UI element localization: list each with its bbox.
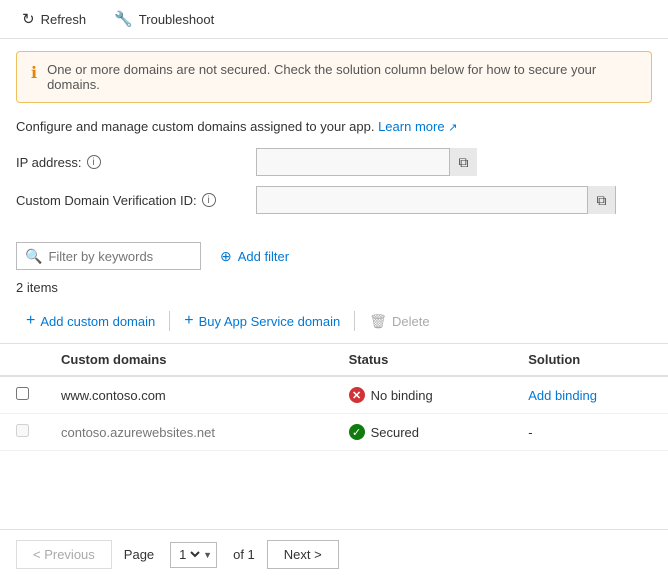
solution-value: - (528, 425, 532, 440)
config-desc-text: Configure and manage custom domains assi… (16, 119, 374, 134)
status-value: No binding (371, 388, 433, 403)
troubleshoot-label: Troubleshoot (139, 12, 214, 27)
add-filter-label: Add filter (238, 249, 289, 264)
add-custom-domain-button[interactable]: + Add custom domain (16, 307, 165, 335)
search-icon: 🔍 (25, 248, 42, 265)
filter-icon-btn: ⊕ (220, 248, 232, 265)
refresh-button[interactable]: ↻ Refresh (16, 6, 92, 32)
config-section: Configure and manage custom domains assi… (0, 115, 668, 236)
status-cell: ✕ No binding (333, 376, 513, 414)
delete-icon: 🗑 (369, 313, 387, 330)
row-checkbox[interactable] (16, 424, 29, 437)
refresh-icon: ↻ (22, 10, 35, 28)
table-header: Custom domains Status Solution (0, 344, 668, 376)
pagination-footer: < Previous Page 1 ▼ of 1 Next > (0, 529, 668, 579)
add-filter-button[interactable]: ⊕ Add filter (211, 243, 298, 270)
page-label: Page (124, 547, 154, 562)
ok-icon: ✓ (349, 424, 365, 440)
filter-input-wrap: 🔍 (16, 242, 201, 270)
ip-address-field: ⧉ (256, 148, 466, 176)
page-select[interactable]: 1 (175, 546, 203, 563)
items-count: 2 items (0, 278, 668, 303)
add-icon-2: + (184, 312, 193, 330)
solution-cell[interactable]: Add binding (512, 376, 668, 414)
verification-info-icon[interactable]: i (202, 193, 216, 207)
toolbar: ↻ Refresh 🔧 Troubleshoot (0, 0, 668, 39)
domain-value: www.contoso.com (61, 388, 166, 403)
ip-info-icon[interactable]: i (87, 155, 101, 169)
config-description: Configure and manage custom domains assi… (16, 119, 652, 134)
row-checkbox-cell (0, 414, 45, 451)
row-checkbox[interactable] (16, 387, 29, 400)
status-value: Secured (371, 425, 419, 440)
learn-more-link[interactable]: Learn more ↗ (378, 119, 457, 134)
alert-message: One or more domains are not secured. Che… (47, 62, 637, 92)
alert-banner: ℹ One or more domains are not secured. C… (16, 51, 652, 103)
verification-id-label: Custom Domain Verification ID: i (16, 193, 256, 208)
custom-domains-header: Custom domains (45, 344, 333, 376)
ip-address-input[interactable] (257, 155, 449, 170)
table-row: www.contoso.com ✕ No binding Add binding (0, 376, 668, 414)
chevron-down-icon: ▼ (203, 550, 212, 560)
troubleshoot-button[interactable]: 🔧 Troubleshoot (108, 6, 220, 32)
add-custom-domain-label: Add custom domain (40, 314, 155, 329)
refresh-label: Refresh (41, 12, 87, 27)
previous-button[interactable]: < Previous (16, 540, 112, 569)
filter-input[interactable] (48, 249, 192, 264)
action-separator-1 (169, 311, 170, 331)
verification-id-field: ⧉ (256, 186, 616, 214)
domains-table: Custom domains Status Solution www.conto… (0, 344, 668, 451)
table-row: contoso.azurewebsites.net ✓ Secured - (0, 414, 668, 451)
next-label: Next > (284, 547, 322, 562)
filter-row: 🔍 ⊕ Add filter (0, 236, 668, 278)
external-link-icon: ↗ (448, 122, 457, 134)
domain-cell: contoso.azurewebsites.net (45, 414, 333, 451)
action-separator-2 (354, 311, 355, 331)
solution-cell: - (512, 414, 668, 451)
status-header: Status (333, 344, 513, 376)
domain-cell: www.contoso.com (45, 376, 333, 414)
verification-id-row: Custom Domain Verification ID: i ⧉ (16, 186, 652, 214)
ip-address-label: IP address: i (16, 155, 256, 170)
troubleshoot-icon: 🔧 (114, 10, 133, 28)
domain-value: contoso.azurewebsites.net (61, 425, 215, 440)
next-button[interactable]: Next > (267, 540, 339, 569)
previous-label: < Previous (33, 547, 95, 562)
delete-label: Delete (392, 314, 430, 329)
add-binding-link[interactable]: Add binding (528, 388, 597, 403)
page-select-wrap: 1 ▼ (170, 542, 217, 568)
ip-address-copy-button[interactable]: ⧉ (449, 148, 477, 176)
buy-app-service-domain-button[interactable]: + Buy App Service domain (174, 307, 350, 335)
delete-button[interactable]: 🗑 Delete (359, 308, 439, 335)
of-label: of 1 (233, 547, 255, 562)
verification-id-copy-button[interactable]: ⧉ (587, 186, 615, 214)
table-body: www.contoso.com ✕ No binding Add binding con… (0, 376, 668, 451)
solution-header: Solution (512, 344, 668, 376)
add-icon-1: + (26, 312, 35, 330)
items-count-text: 2 items (16, 280, 58, 295)
error-icon: ✕ (349, 387, 365, 403)
ip-address-row: IP address: i ⧉ (16, 148, 652, 176)
copy-icon: ⧉ (459, 154, 469, 171)
buy-app-service-domain-label: Buy App Service domain (199, 314, 341, 329)
action-bar: + Add custom domain + Buy App Service do… (0, 303, 668, 344)
row-checkbox-cell (0, 376, 45, 414)
learn-more-label: Learn more (378, 119, 444, 134)
status-cell: ✓ Secured (333, 414, 513, 451)
alert-icon: ℹ (31, 63, 37, 83)
verification-id-input[interactable] (257, 193, 587, 208)
checkbox-header (0, 344, 45, 376)
copy-icon-2: ⧉ (597, 192, 607, 209)
